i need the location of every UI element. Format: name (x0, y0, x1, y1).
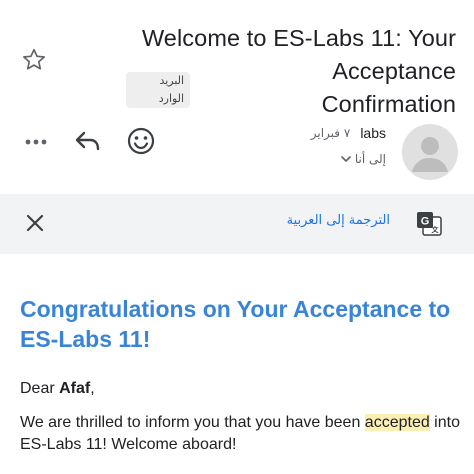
star-icon[interactable] (20, 46, 48, 74)
inbox-label-badge[interactable]: البريد الوارد (126, 72, 191, 108)
sent-date: ٧ فبراير (310, 126, 351, 140)
highlighted-word: accepted (364, 414, 430, 431)
sender-line[interactable]: ٧ فبراير labs (311, 125, 386, 141)
translate-icon[interactable]: G 文 (416, 211, 442, 237)
sender-name[interactable]: labs (360, 125, 386, 141)
email-paragraph: We are thrilled to inform you that you h… (20, 412, 460, 456)
email-greeting: Dear Afaf, (20, 378, 460, 400)
greeting-name: Afaf (59, 380, 91, 397)
svg-text:文: 文 (432, 225, 440, 234)
subject-line-2: Acceptance Confirmation (321, 58, 456, 117)
close-icon[interactable] (18, 206, 52, 240)
translate-bar (0, 194, 474, 254)
email-subject: Welcome to ES-Labs 11: Your البريد الوار… (126, 22, 456, 121)
email-headline: Congratulations on Your Acceptance to ES… (20, 296, 451, 352)
email-body: Congratulations on Your Acceptance to ES… (20, 294, 460, 456)
para-before: We are thrilled to inform you that you h… (20, 414, 365, 431)
recipient-label: إلى أنا (354, 152, 386, 166)
translate-link[interactable]: الترجمة إلى العربية (287, 213, 390, 228)
more-icon[interactable] (22, 130, 50, 154)
subject-line-1: Welcome to ES-Labs 11: Your (141, 25, 456, 51)
email-header: Welcome to ES-Labs 11: Your البريد الوار… (0, 0, 474, 117)
avatar[interactable] (402, 124, 458, 180)
subject-line-2-row: البريد الوارد Acceptance Confirmation (126, 55, 456, 121)
svg-text:G: G (421, 216, 430, 228)
greeting-suffix: , (90, 380, 95, 397)
greeting-prefix: Dear (20, 380, 60, 397)
chevron-down-icon (341, 152, 351, 166)
reply-icon[interactable] (72, 126, 104, 156)
emoji-icon[interactable] (124, 124, 158, 158)
recipient-toggle[interactable]: إلى أنا (341, 152, 386, 166)
